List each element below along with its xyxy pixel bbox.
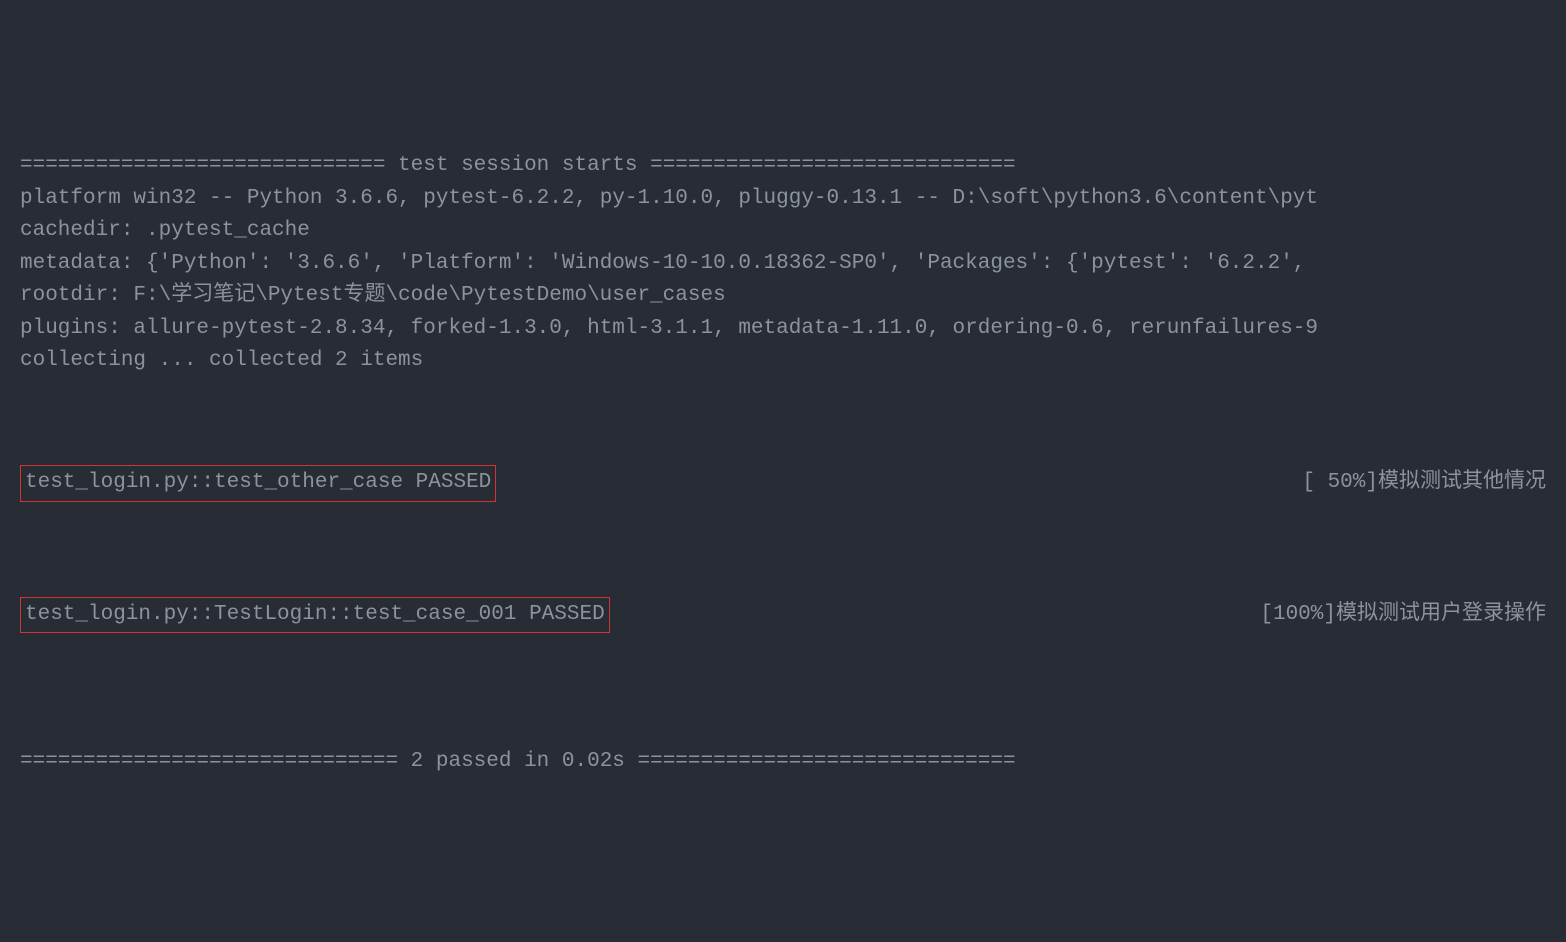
- test-progress: [ 50%]模拟测试其他情况: [1282, 467, 1546, 500]
- test-case-highlighted: test_login.py::TestLogin::test_case_001 …: [20, 597, 610, 634]
- test-result-row: test_login.py::test_other_case PASSED [ …: [20, 463, 1546, 504]
- test-progress: [100%]模拟测试用户登录操作: [1240, 599, 1546, 632]
- plugins-line: plugins: allure-pytest-2.8.34, forked-1.…: [20, 313, 1546, 346]
- cachedir-line: cachedir: .pytest_cache: [20, 215, 1546, 248]
- summary-line: ============================== 2 passed …: [20, 746, 1546, 779]
- collecting-line: collecting ... collected 2 items: [20, 345, 1546, 378]
- session-starts-line: ============================= test sessi…: [20, 150, 1546, 183]
- test-case-highlighted: test_login.py::test_other_case PASSED: [20, 465, 496, 502]
- terminal-footer: ============================== 2 passed …: [20, 746, 1546, 779]
- platform-line: platform win32 -- Python 3.6.6, pytest-6…: [20, 183, 1546, 216]
- terminal-output: ============================= test sessi…: [20, 150, 1546, 378]
- rootdir-line: rootdir: F:\学习笔记\Pytest专题\code\PytestDem…: [20, 280, 1546, 313]
- metadata-line: metadata: {'Python': '3.6.6', 'Platform'…: [20, 248, 1546, 281]
